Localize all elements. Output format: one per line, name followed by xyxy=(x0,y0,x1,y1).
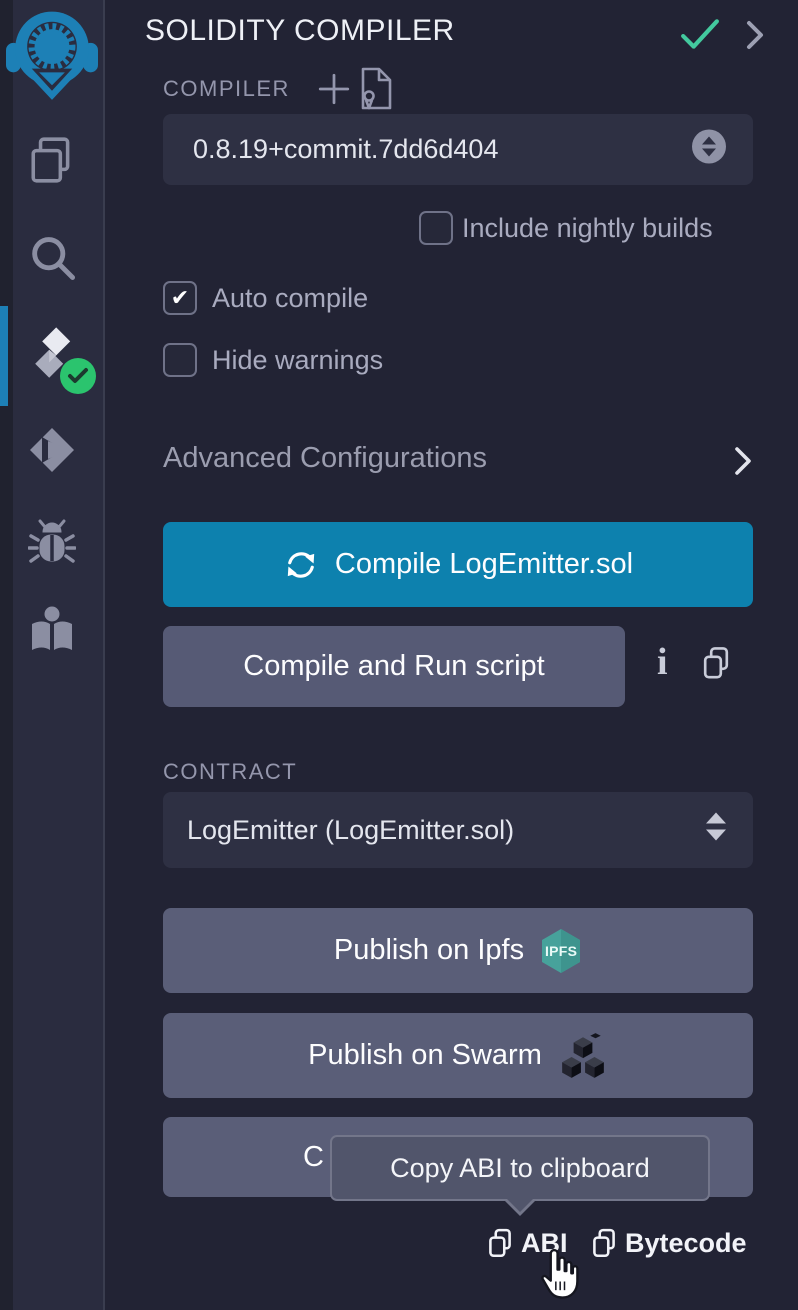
mouse-cursor-pointer xyxy=(532,1246,584,1309)
learn-book-icon[interactable] xyxy=(28,604,76,656)
compile-run-label: Compile and Run script xyxy=(243,650,544,683)
publish-swarm-label: Publish on Swarm xyxy=(308,1039,542,1072)
include-nightly-checkbox[interactable] xyxy=(419,211,453,245)
collapse-panel-chevron-icon[interactable] xyxy=(742,20,768,55)
file-explorer-icon[interactable] xyxy=(26,134,78,186)
publish-ipfs-label: Publish on Ipfs xyxy=(334,934,524,967)
refresh-icon xyxy=(283,547,319,583)
advanced-config-chevron-icon[interactable] xyxy=(730,445,756,482)
contract-select[interactable]: LogEmitter (LogEmitter.sol) xyxy=(163,792,753,868)
compile-and-run-button[interactable]: Compile and Run script xyxy=(163,626,625,707)
remix-solidity-compiler-panel: SOLIDITY COMPILER COMPILER 0.8.19+commit… xyxy=(0,0,798,1310)
contract-section-label: CONTRACT xyxy=(163,759,297,785)
search-icon[interactable] xyxy=(26,230,78,286)
copy-bytecode-icon[interactable] xyxy=(590,1228,618,1265)
compile-success-badge xyxy=(60,358,96,394)
ipfs-logo: IPFS xyxy=(540,928,582,974)
compiler-section-label: COMPILER xyxy=(163,76,290,102)
swarm-logo xyxy=(558,1031,608,1081)
debugger-bug-icon[interactable] xyxy=(28,518,76,572)
contract-select-arrows-icon xyxy=(705,811,727,850)
deploy-run-icon[interactable] xyxy=(26,424,78,476)
copy-abi-icon[interactable] xyxy=(486,1228,514,1265)
advanced-config-label[interactable]: Advanced Configurations xyxy=(163,442,487,475)
hide-warnings-checkbox[interactable] xyxy=(163,343,197,377)
compiler-version-select[interactable]: 0.8.19+commit.7dd6d404 xyxy=(163,114,753,185)
publish-ipfs-button[interactable]: Publish on Ipfs IPFS xyxy=(163,908,753,993)
compile-button[interactable]: Compile LogEmitter.sol xyxy=(163,522,753,607)
compiler-license-icon[interactable] xyxy=(356,66,396,117)
info-icon[interactable]: i xyxy=(657,640,668,684)
compile-button-label: Compile LogEmitter.sol xyxy=(335,548,633,581)
remix-logo[interactable] xyxy=(6,6,98,100)
contract-select-value: LogEmitter (LogEmitter.sol) xyxy=(163,815,514,846)
tooltip: Copy ABI to clipboard xyxy=(330,1135,710,1201)
include-nightly-label: Include nightly builds xyxy=(462,213,713,244)
hide-warnings-label: Hide warnings xyxy=(212,345,383,376)
tooltip-text: Copy ABI to clipboard xyxy=(390,1153,650,1184)
auto-compile-checkbox[interactable] xyxy=(163,281,197,315)
copy-bytecode-button[interactable]: Bytecode xyxy=(625,1228,747,1259)
page-title: SOLIDITY COMPILER xyxy=(145,14,455,48)
publish-swarm-button[interactable]: Publish on Swarm xyxy=(163,1013,753,1098)
compiler-version-value: 0.8.19+commit.7dd6d404 xyxy=(163,134,498,165)
compilation-details-visible-text: C xyxy=(163,1141,324,1174)
select-arrows-icon xyxy=(691,128,727,171)
add-custom-compiler-icon[interactable] xyxy=(316,71,352,112)
copy-script-icon[interactable] xyxy=(700,646,732,687)
auto-compile-label: Auto compile xyxy=(212,283,368,314)
active-plugin-indicator xyxy=(0,306,8,406)
sidebar-gutter xyxy=(0,0,13,1310)
compiled-check-icon xyxy=(680,18,720,57)
